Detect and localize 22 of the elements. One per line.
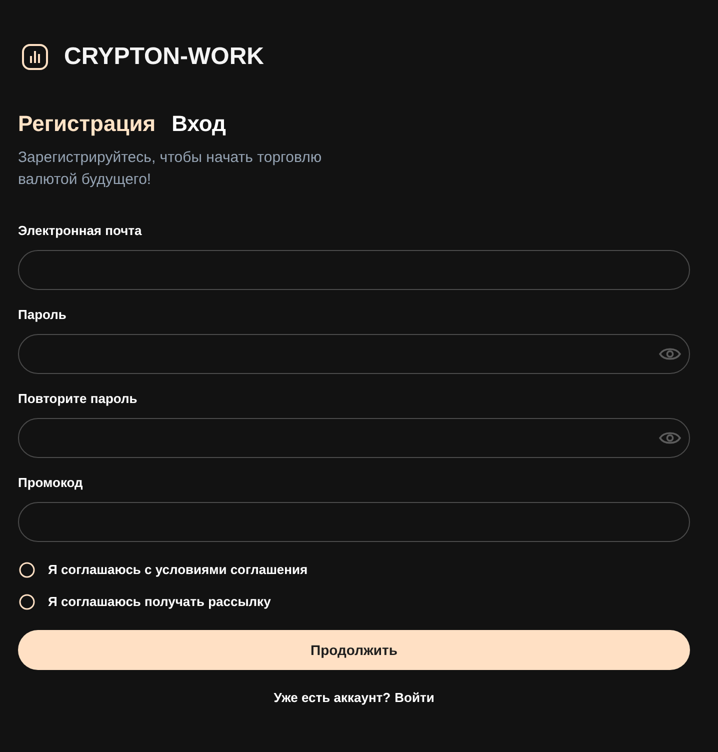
- radio-checkbox[interactable]: [19, 594, 35, 610]
- subtitle: Зарегистрируйтесь, чтобы начать торговлю валютой будущего!: [18, 148, 323, 190]
- eye-icon[interactable]: [659, 347, 681, 361]
- field-label: Электронная почта: [18, 222, 143, 240]
- brand-name: CRYPTON-WORK: [64, 44, 264, 70]
- eye-icon[interactable]: [659, 431, 681, 445]
- input-field[interactable]: [18, 250, 690, 290]
- agreement-label: Я соглашаюсь с условиями соглашения: [48, 561, 308, 579]
- tab[interactable]: Регистрация: [18, 110, 156, 138]
- agreement-label: Я соглашаюсь получать рассылку: [48, 593, 271, 611]
- field-label: Повторите пароль: [18, 390, 138, 408]
- field-label: Промокод: [18, 474, 84, 492]
- bar-chart-logo-icon: [22, 44, 48, 70]
- password-field[interactable]: [18, 418, 690, 458]
- radio-checkbox[interactable]: [19, 562, 35, 578]
- login-link[interactable]: Войти: [394, 689, 434, 707]
- account-prompt: Уже есть аккаунт?: [274, 689, 391, 707]
- tab[interactable]: Вход: [172, 110, 226, 138]
- input-field[interactable]: [18, 502, 690, 542]
- continue-button[interactable]: Продолжить: [18, 630, 690, 670]
- field-label: Пароль: [18, 306, 68, 324]
- password-field[interactable]: [18, 334, 690, 374]
